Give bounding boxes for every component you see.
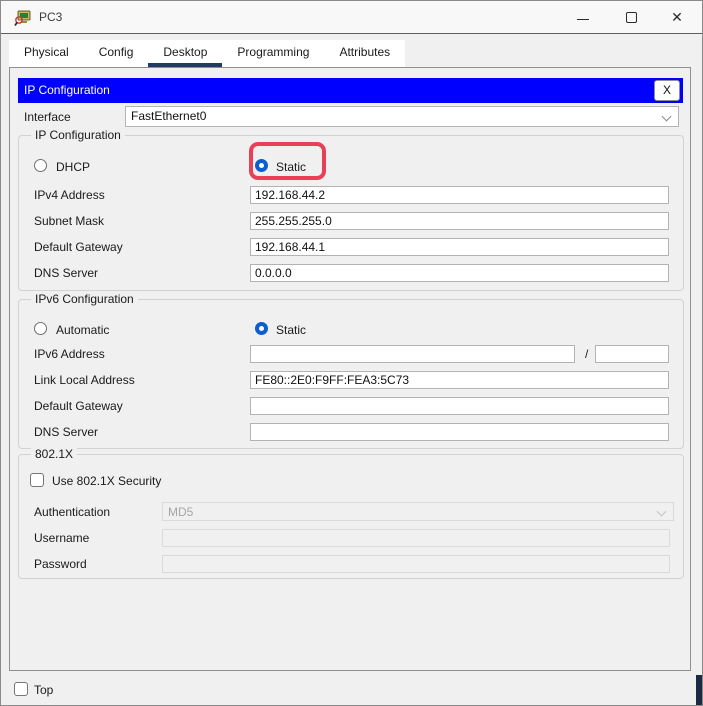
ipv6-config-legend: IPv6 Configuration: [31, 292, 138, 306]
prefix-separator: /: [585, 347, 588, 361]
ipv6-automatic-label[interactable]: Automatic: [56, 323, 109, 337]
ipv6-static-label[interactable]: Static: [276, 323, 306, 337]
interface-value: FastEthernet0: [131, 109, 206, 123]
static-annotation-highlight: [249, 142, 326, 180]
device-window: PC3 ✕ Physical Config Desktop Programmin…: [0, 0, 703, 706]
maximize-icon: [626, 12, 637, 23]
password-label: Password: [34, 557, 87, 571]
subnet-mask-input[interactable]: [250, 212, 669, 230]
ipv6-address-input[interactable]: [250, 345, 575, 363]
ipv6-default-gateway-input[interactable]: [250, 397, 669, 415]
dialog-close-button[interactable]: X: [654, 80, 680, 101]
default-gateway-input[interactable]: [250, 238, 669, 256]
tab-bar: Physical Config Desktop Programming Attr…: [9, 40, 405, 67]
top-label[interactable]: Top: [34, 683, 53, 697]
authentication-label: Authentication: [34, 505, 110, 519]
username-label: Username: [34, 531, 89, 545]
dialog-titlebar: IP Configuration X: [18, 78, 683, 103]
ipv6-default-gateway-label: Default Gateway: [34, 399, 123, 413]
tab-physical[interactable]: Physical: [9, 40, 84, 67]
subnet-mask-label: Subnet Mask: [34, 214, 104, 228]
use-8021x-security-label[interactable]: Use 802.1X Security: [52, 474, 161, 488]
dialog-title: IP Configuration: [24, 83, 110, 97]
dot1x-legend: 802.1X: [31, 447, 77, 461]
dhcp-radio[interactable]: [34, 159, 47, 172]
link-local-address-label: Link Local Address: [34, 373, 135, 387]
pc-device-icon: [14, 9, 32, 27]
ip-config-legend: IP Configuration: [31, 128, 125, 142]
maximize-button[interactable]: [614, 3, 648, 32]
ipv6-dns-server-label: DNS Server: [34, 425, 98, 439]
chevron-down-icon: [657, 507, 667, 517]
use-8021x-security-checkbox[interactable]: [30, 473, 44, 487]
ipv6-automatic-radio[interactable]: [34, 322, 47, 335]
ipv6-prefix-input[interactable]: [595, 345, 669, 363]
tab-config[interactable]: Config: [84, 40, 149, 67]
minimize-button[interactable]: [566, 3, 600, 32]
authentication-value: MD5: [168, 505, 193, 519]
interface-label: Interface: [24, 110, 71, 124]
interface-select[interactable]: FastEthernet0: [125, 106, 679, 127]
tab-desktop[interactable]: Desktop: [148, 40, 222, 67]
ipv6-address-label: IPv6 Address: [34, 347, 105, 361]
tab-programming[interactable]: Programming: [222, 40, 324, 67]
dns-server-label: DNS Server: [34, 266, 98, 280]
password-input: [162, 555, 670, 573]
ipv6-dns-server-input[interactable]: [250, 423, 669, 441]
dhcp-label[interactable]: DHCP: [56, 160, 90, 174]
ipv4-address-label: IPv4 Address: [34, 188, 105, 202]
scrollbar-thumb[interactable]: [696, 675, 702, 705]
minimize-icon: [577, 19, 589, 20]
window-title: PC3: [39, 10, 62, 24]
tab-attributes[interactable]: Attributes: [324, 40, 405, 67]
default-gateway-label: Default Gateway: [34, 240, 123, 254]
top-checkbox[interactable]: [14, 682, 28, 696]
ipv6-static-radio[interactable]: [255, 322, 268, 335]
chevron-down-icon: [662, 112, 672, 122]
close-button[interactable]: ✕: [660, 3, 694, 32]
titlebar: PC3 ✕: [1, 1, 702, 34]
close-icon: ✕: [671, 9, 683, 25]
link-local-address-input[interactable]: [250, 371, 669, 389]
authentication-select: MD5: [162, 502, 674, 521]
ipv4-address-input[interactable]: [250, 186, 669, 204]
desktop-content-panel: IP Configuration X Interface FastEtherne…: [9, 67, 691, 671]
dns-server-input[interactable]: [250, 264, 669, 282]
username-input: [162, 529, 670, 547]
